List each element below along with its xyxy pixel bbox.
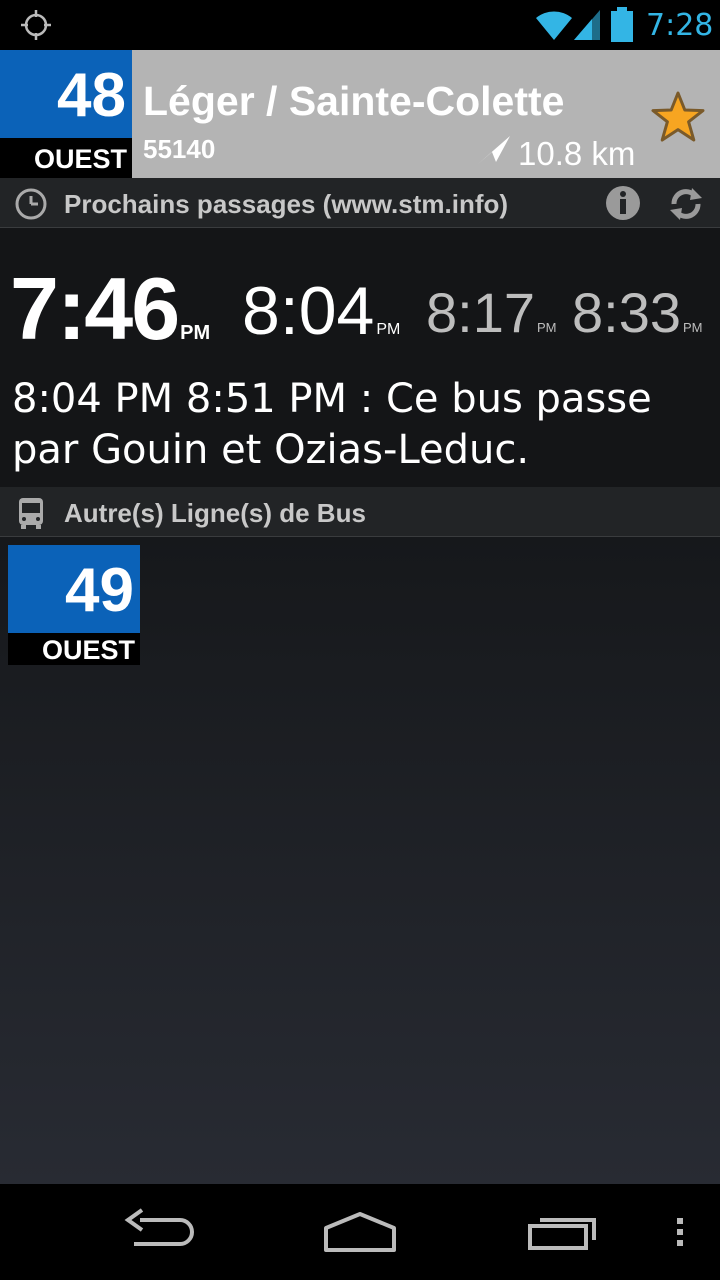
time-value: 7:46	[10, 259, 180, 358]
back-icon[interactable]	[120, 1204, 200, 1260]
service-notice: 8:04 PM 8:51 PM : Ce bus passe par Gouin…	[12, 376, 652, 473]
compass-arrow-icon	[478, 136, 510, 164]
info-icon[interactable]	[604, 184, 642, 222]
route-badge[interactable]: 48 OUEST	[0, 50, 132, 178]
status-bar: 7:28	[0, 0, 720, 50]
time-ampm: PM	[683, 320, 703, 335]
route-direction-box: OUEST	[8, 633, 140, 665]
refresh-icon[interactable]	[666, 184, 706, 224]
other-routes-panel: 49 OUEST	[0, 537, 720, 1184]
overflow-menu-icon[interactable]	[668, 1204, 692, 1260]
star-icon[interactable]	[650, 90, 706, 146]
time-ampm: PM	[180, 322, 211, 344]
next-passes-panel: 7:46 PM 8:04 PM 8:17 PM 8:33 PM 8:04 PM 8:51…	[0, 228, 720, 487]
other-routes-header: Autre(s) Ligne(s) de Bus	[0, 487, 720, 537]
next-pass-time: 7:46 PM	[10, 258, 210, 360]
time-value: 8:17	[426, 281, 535, 344]
route-direction-box: OUEST	[0, 138, 132, 178]
next-passes-label: Prochains passages (www.stm.info)	[64, 189, 509, 219]
route-number-box: 49	[8, 545, 140, 633]
navigation-bar	[0, 1184, 720, 1280]
next-pass-time: 8:04 PM	[242, 272, 400, 350]
next-pass-time: 8:33 PM	[572, 280, 703, 345]
stop-code: 55140	[143, 134, 216, 164]
route-direction: OUEST	[41, 635, 135, 665]
time-ampm: PM	[537, 320, 557, 335]
signal-icon	[574, 10, 600, 40]
route-direction: OUEST	[33, 144, 127, 174]
bus-icon	[19, 498, 43, 529]
route-badge-49[interactable]: 49 OUEST	[8, 545, 140, 665]
recent-apps-icon[interactable]	[522, 1204, 602, 1260]
next-pass-time: 8:17 PM	[426, 280, 557, 345]
time-value: 8:04	[242, 273, 375, 349]
status-clock: 7:28	[646, 8, 714, 43]
stop-header: 48 OUEST Léger / Sainte-Colette 55140 10…	[0, 50, 720, 178]
route-number: 49	[65, 556, 134, 625]
battery-icon	[611, 7, 633, 42]
next-passes-header: Prochains passages (www.stm.info)	[0, 178, 720, 228]
clock-icon	[15, 188, 47, 220]
wifi-icon	[536, 11, 572, 40]
stop-name: Léger / Sainte-Colette	[143, 78, 565, 124]
route-number: 48	[57, 61, 126, 130]
distance: 10.8 km	[518, 135, 636, 172]
home-icon[interactable]	[318, 1204, 402, 1260]
other-routes-label: Autre(s) Ligne(s) de Bus	[64, 498, 366, 528]
location-icon	[21, 10, 51, 40]
time-ampm: PM	[376, 321, 401, 338]
route-number-box: 48	[0, 50, 132, 138]
time-value: 8:33	[572, 281, 681, 344]
